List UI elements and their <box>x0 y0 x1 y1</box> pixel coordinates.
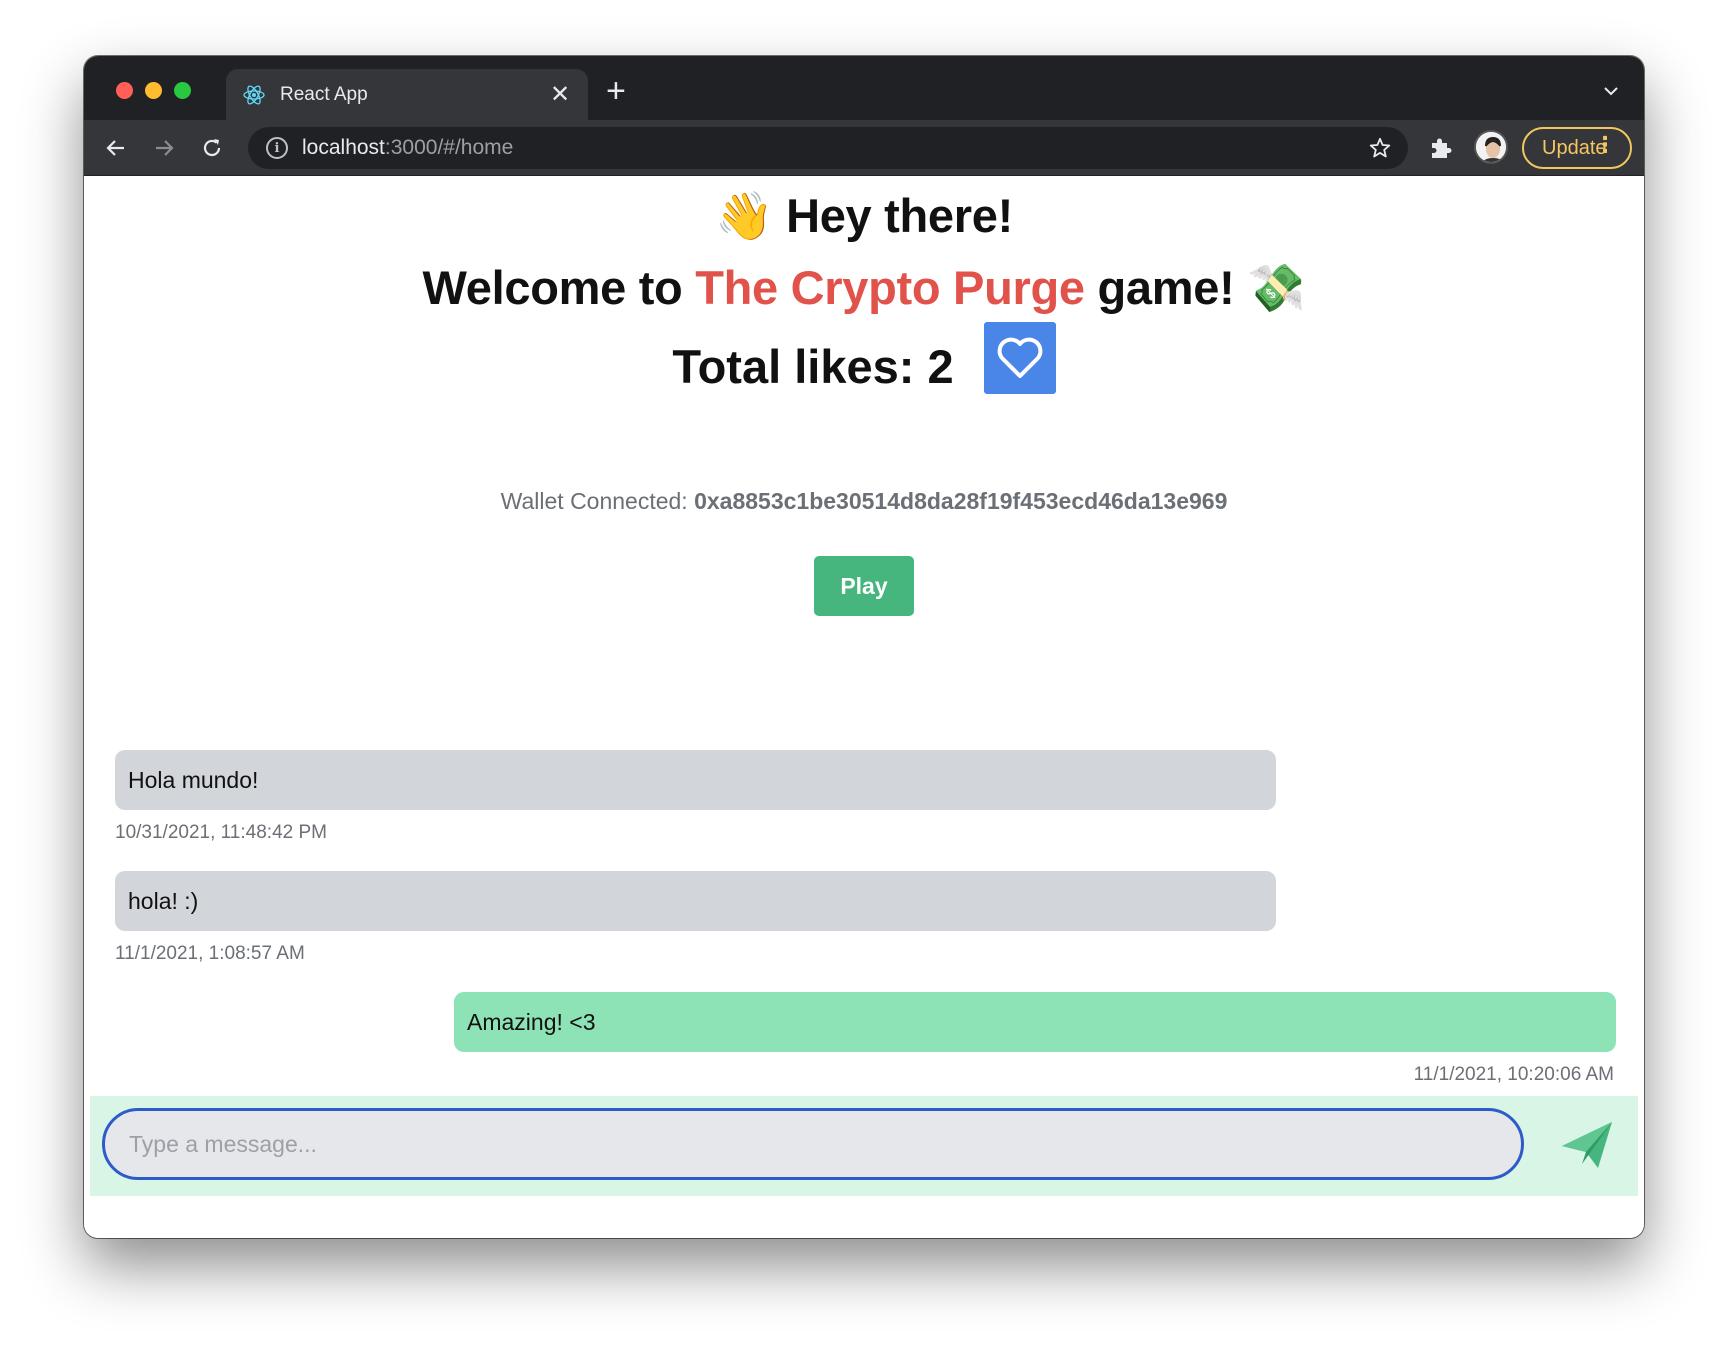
reload-icon[interactable] <box>198 134 226 162</box>
browser-toolbar: i localhost:3000/#/home Update ⋮ <box>84 120 1644 176</box>
react-logo-icon <box>242 83 266 107</box>
money-wings-icon: 💸 <box>1247 261 1306 314</box>
new-tab-button[interactable]: + <box>606 74 626 108</box>
more-menu-icon[interactable]: ⋮ <box>1594 134 1616 156</box>
total-likes: Total likes: 2 <box>672 339 954 393</box>
back-arrow-icon[interactable] <box>102 134 130 162</box>
wallet-status: Wallet Connected: 0xa8853c1be30514d8da28… <box>84 488 1644 515</box>
url-host: localhost <box>302 136 385 159</box>
greeting-text: Hey there! <box>786 189 1013 242</box>
page-content: 👋 Hey there! Welcome to The Crypto Purge… <box>84 176 1644 1238</box>
message-input[interactable] <box>102 1108 1524 1180</box>
message-timestamp: 10/31/2021, 11:48:42 PM <box>115 822 327 843</box>
star-icon[interactable] <box>1368 136 1392 160</box>
wallet-label: Wallet Connected: <box>500 488 695 514</box>
message-composer <box>90 1096 1638 1196</box>
game-brand-name: The Crypto Purge <box>695 261 1085 314</box>
heart-icon <box>997 337 1042 378</box>
browser-window: React App ✕ + i localhost:3000/#/home U… <box>84 56 1644 1238</box>
welcome-suffix: game! <box>1084 261 1235 314</box>
browser-tab[interactable]: React App ✕ <box>226 69 588 121</box>
likes-row: Total likes: 2 <box>84 322 1644 394</box>
waving-hand-icon: 👋 <box>715 189 774 242</box>
message-text: Amazing! <3 <box>467 1008 596 1035</box>
window-controls <box>116 82 191 99</box>
minimize-window-button[interactable] <box>145 82 162 99</box>
send-paper-plane-icon[interactable] <box>1558 1118 1616 1172</box>
message-timestamp: 11/1/2021, 1:08:57 AM <box>115 943 305 964</box>
chat-message: hola! :) <box>115 871 1276 931</box>
play-button[interactable]: Play <box>814 556 914 616</box>
like-button[interactable] <box>983 322 1056 394</box>
chevron-down-icon[interactable] <box>1600 80 1622 102</box>
greeting-heading: 👋 Hey there! <box>84 188 1644 244</box>
tab-title: React App <box>280 84 368 105</box>
maximize-window-button[interactable] <box>174 82 191 99</box>
tab-strip: React App ✕ + <box>84 56 1644 121</box>
chat-message: Hola mundo! <box>115 750 1276 810</box>
address-bar[interactable]: i localhost:3000/#/home <box>248 127 1408 169</box>
wallet-address: 0xa8853c1be30514d8da28f19f453ecd46da13e9… <box>694 488 1228 514</box>
message-text: Hola mundo! <box>128 766 259 793</box>
message-text: hola! :) <box>128 887 199 914</box>
forward-arrow-icon[interactable] <box>150 134 178 162</box>
url-path: :3000/#/home <box>384 136 514 159</box>
update-button[interactable]: Update ⋮ <box>1522 127 1632 169</box>
chat-message-own: Amazing! <3 <box>454 992 1616 1052</box>
puzzle-extension-icon[interactable] <box>1426 134 1454 162</box>
profile-avatar[interactable] <box>1474 130 1508 164</box>
close-window-button[interactable] <box>116 82 133 99</box>
welcome-heading: Welcome to The Crypto Purge game! 💸 <box>84 260 1644 316</box>
tab-close-icon[interactable]: ✕ <box>548 83 572 107</box>
info-icon[interactable]: i <box>266 137 288 159</box>
welcome-prefix: Welcome to <box>422 261 696 314</box>
message-timestamp: 11/1/2021, 10:20:06 AM <box>1413 1064 1614 1085</box>
